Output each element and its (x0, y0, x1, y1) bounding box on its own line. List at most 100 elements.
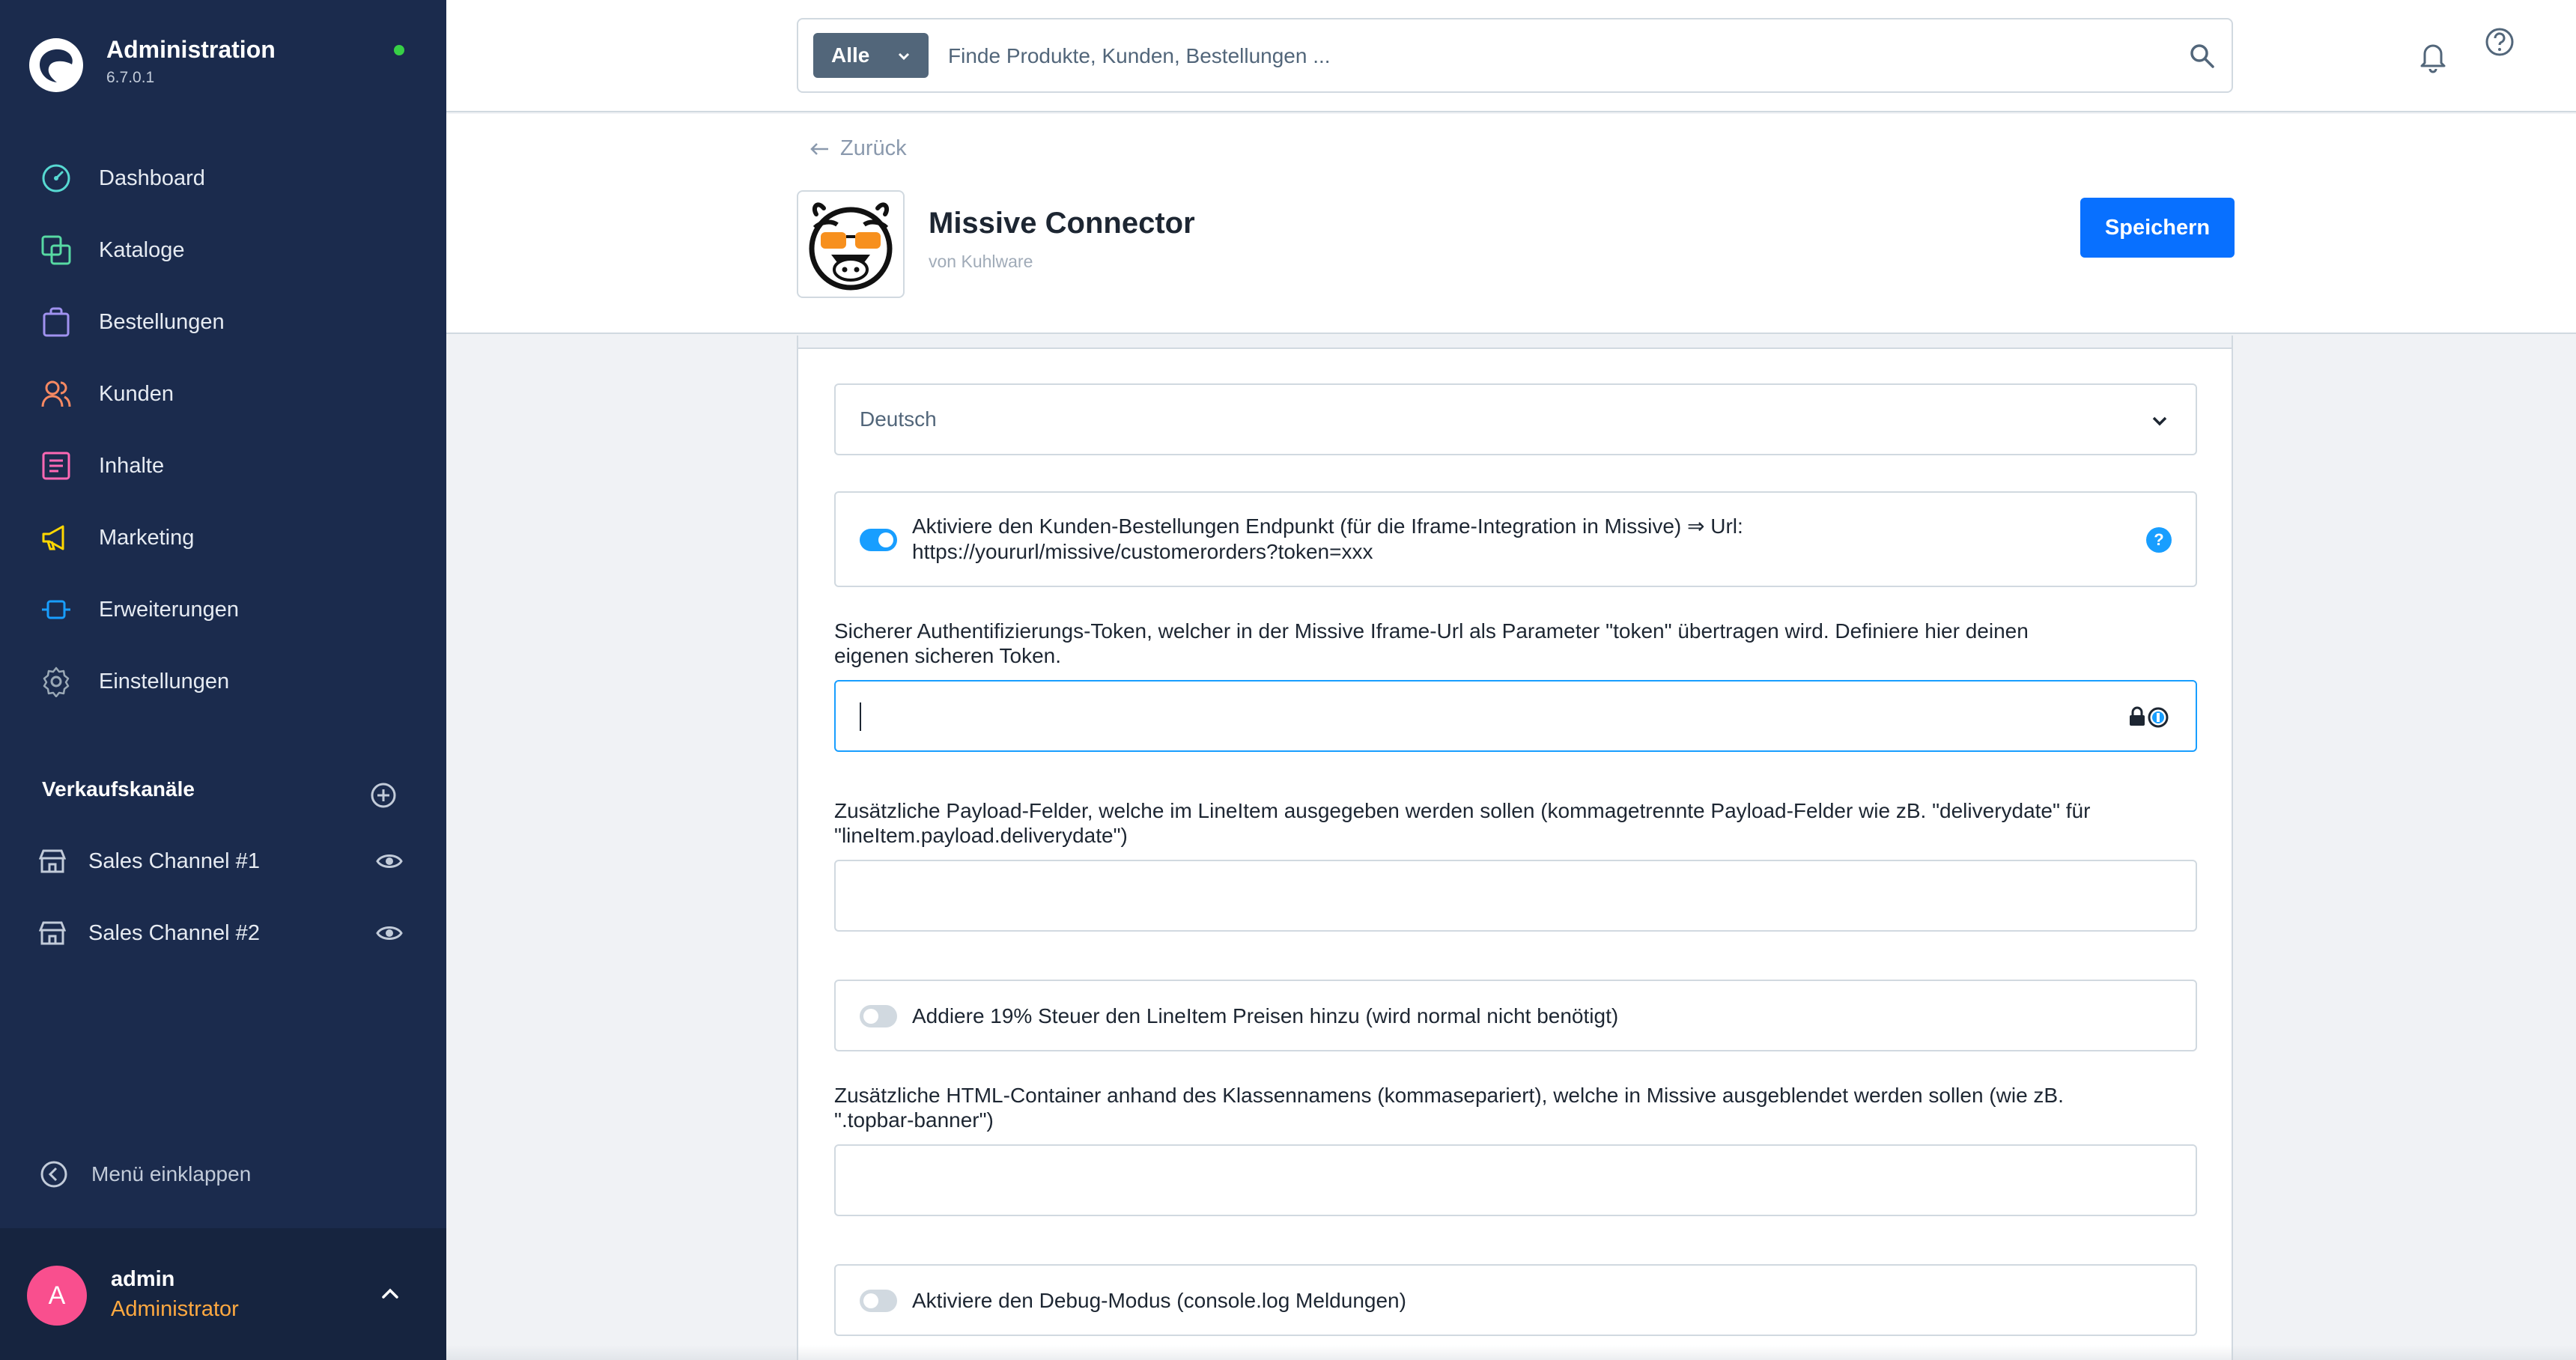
nav-item-kunden[interactable]: Kunden (0, 358, 446, 430)
arrow-left-icon (810, 142, 828, 155)
search-type-dropdown[interactable]: Alle (813, 33, 929, 78)
payload-input[interactable] (858, 878, 2131, 915)
payload-label: Zusätzliche Payload-Felder, welche im Li… (834, 798, 2197, 848)
user-role: Administrator (111, 1297, 239, 1321)
content-icon (39, 449, 73, 483)
tax-label: Addiere 19% Steuer den LineItem Preisen … (912, 1004, 1619, 1027)
customer-orders-label: Aktiviere den Kunden-Bestellungen Endpun… (912, 514, 1743, 565)
password-manager-icon[interactable] (2127, 705, 2170, 729)
html-container-label: Zusätzliche HTML-Container anhand des Kl… (834, 1083, 2197, 1132)
help-icon[interactable]: ? (2146, 527, 2172, 553)
html-container-label-line1: Zusätzliche HTML-Container anhand des Kl… (834, 1084, 2064, 1107)
chevron-down-icon (2152, 416, 2167, 426)
extensions-icon (39, 592, 73, 627)
html-container-field (834, 1144, 2197, 1216)
config-card: Deutsch Aktiviere den Kunden-Bestellunge… (797, 336, 2233, 1360)
search-type-label: Alle (831, 43, 870, 67)
nav-label: Bestellungen (99, 309, 225, 334)
collapse-menu-button[interactable]: Menü einklappen (39, 1159, 251, 1189)
back-link[interactable]: Zurück (809, 136, 907, 161)
plugin-vendor: von Kuhlware (929, 252, 1033, 271)
customer-orders-toggle[interactable] (860, 529, 897, 551)
app-title: Administration (106, 36, 276, 63)
payload-field (834, 860, 2197, 932)
customer-orders-label-line2: https://yoururl/missive/customerorders?t… (912, 540, 1373, 563)
nav-item-dashboard[interactable]: Dashboard (0, 142, 446, 214)
save-button[interactable]: Speichern (2080, 198, 2235, 258)
add-sales-channel-icon[interactable] (368, 780, 398, 810)
main-nav: Dashboard Kataloge Bestellungen Kunden I… (0, 142, 446, 717)
storefront-icon (39, 921, 66, 945)
user-name: admin (111, 1267, 175, 1291)
catalog-icon (39, 233, 73, 267)
toggle-knob (863, 1009, 878, 1024)
debug-switch: Aktiviere den Debug-Modus (console.log M… (834, 1264, 2197, 1336)
storefront-icon (39, 849, 66, 873)
sales-channel-label: Sales Channel #2 (88, 920, 260, 945)
customer-orders-label-line1: Aktiviere den Kunden-Bestellungen Endpun… (912, 514, 1743, 538)
debug-label: Aktiviere den Debug-Modus (console.log M… (912, 1289, 1406, 1312)
global-search: Alle (797, 18, 2233, 93)
scroll-shadow (446, 1345, 2576, 1360)
search-input[interactable] (948, 37, 2146, 75)
orders-icon (39, 305, 73, 339)
nav-item-inhalte[interactable]: Inhalte (0, 430, 446, 502)
text-caret (860, 702, 861, 731)
tax-toggle[interactable] (860, 1005, 897, 1027)
language-select[interactable]: Deutsch (834, 383, 2197, 455)
dashboard-icon (39, 161, 73, 195)
customers-icon (39, 377, 73, 411)
nav-item-erweiterungen[interactable]: Erweiterungen (0, 574, 446, 646)
nav-label: Einstellungen (99, 669, 230, 693)
payload-label-line2: "lineItem.payload.deliverydate") (834, 824, 1128, 847)
plugin-logo (797, 190, 905, 298)
toggle-knob (863, 1293, 878, 1308)
nav-item-einstellungen[interactable]: Einstellungen (0, 646, 446, 717)
html-container-label-line2: ".topbar-banner") (834, 1108, 994, 1132)
bell-icon[interactable] (2416, 39, 2450, 73)
eye-icon[interactable] (376, 850, 403, 872)
search-icon[interactable] (2188, 42, 2217, 70)
nav-item-kataloge[interactable]: Kataloge (0, 214, 446, 286)
cow-logo-icon (809, 202, 893, 291)
brand: Administration 6.7.0.1 (0, 0, 446, 127)
tax-switch: Addiere 19% Steuer den LineItem Preisen … (834, 980, 2197, 1051)
marketing-icon (39, 520, 73, 555)
plugin-title: Missive Connector (929, 207, 1195, 240)
help-icon[interactable] (2485, 27, 2515, 57)
sales-channel-label: Sales Channel #1 (88, 849, 260, 873)
toggle-knob (878, 532, 893, 547)
token-input[interactable] (858, 698, 2131, 735)
settings-icon (39, 664, 73, 699)
sidebar: Administration 6.7.0.1 Dashboard Katalog… (0, 0, 446, 1360)
avatar: A (27, 1266, 87, 1326)
nav-label: Marketing (99, 525, 195, 550)
shopware-logo-icon[interactable] (28, 37, 84, 93)
chevron-down-icon (898, 52, 910, 61)
token-field (834, 680, 2197, 752)
customer-orders-endpoint-switch: Aktiviere den Kunden-Bestellungen Endpun… (834, 491, 2197, 587)
collapse-icon (40, 1161, 67, 1188)
debug-toggle[interactable] (860, 1290, 897, 1312)
nav-item-bestellungen[interactable]: Bestellungen (0, 286, 446, 358)
html-container-input[interactable] (858, 1162, 2131, 1200)
nav-label: Kataloge (99, 237, 185, 262)
nav-label: Dashboard (99, 166, 205, 190)
status-dot (394, 45, 404, 55)
sales-channel-item-1[interactable]: Sales Channel #1 (0, 825, 446, 897)
sales-channels-heading: Verkaufskanäle (42, 777, 195, 801)
eye-icon[interactable] (376, 922, 403, 944)
nav-label: Kunden (99, 381, 174, 406)
sales-channel-item-2[interactable]: Sales Channel #2 (0, 897, 446, 969)
app-version: 6.7.0.1 (106, 69, 155, 86)
user-menu[interactable]: A admin Administrator (0, 1228, 446, 1360)
nav-item-marketing[interactable]: Marketing (0, 502, 446, 574)
token-label: Sicherer Authentifizierungs-Token, welch… (834, 619, 2197, 668)
token-label-line2: eigenen sicheren Token. (834, 644, 1062, 667)
back-label: Zurück (840, 136, 907, 160)
chevron-up-icon[interactable] (377, 1281, 403, 1306)
top-bar: Alle (446, 0, 2576, 112)
language-select-value: Deutsch (860, 407, 937, 431)
page-background (2233, 336, 2576, 1360)
payload-label-line1: Zusätzliche Payload-Felder, welche im Li… (834, 799, 2091, 822)
